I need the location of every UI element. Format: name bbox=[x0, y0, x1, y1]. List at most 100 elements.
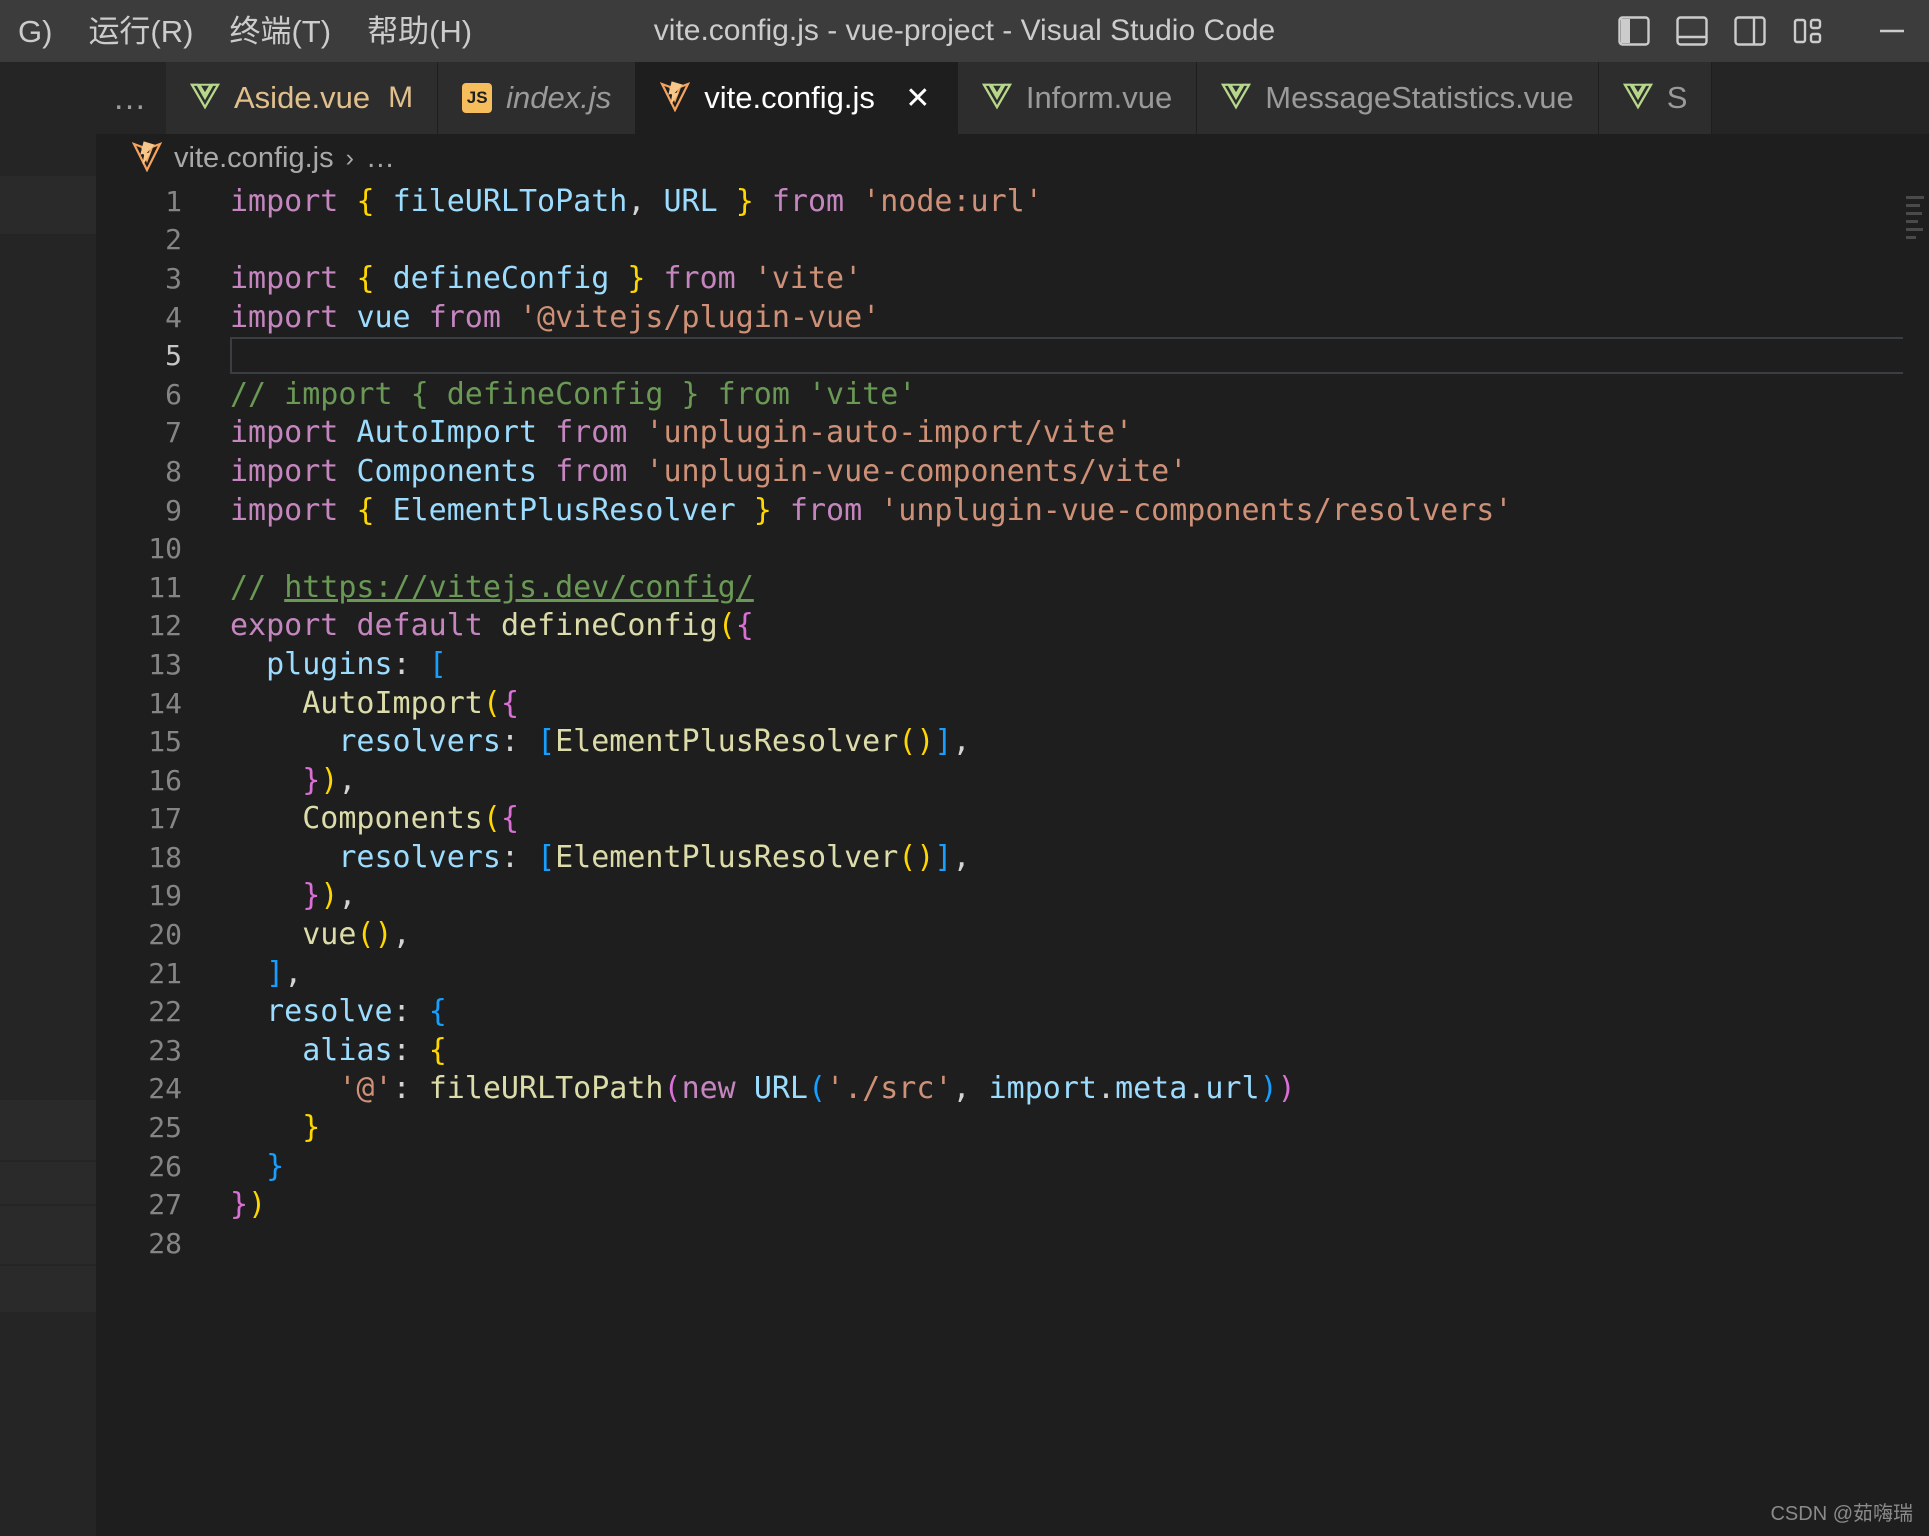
code-line[interactable]: 6 // import { defineConfig } from 'vite' bbox=[96, 375, 1929, 414]
code-line[interactable]: 18 resolvers: [ElementPlusResolver()], bbox=[96, 838, 1929, 877]
tab-index-js[interactable]: JS index.js bbox=[438, 62, 637, 134]
tab-vite-config-js[interactable]: vite.config.js ✕ bbox=[636, 62, 958, 134]
breadcrumb[interactable]: vite.config.js › … bbox=[96, 134, 1929, 182]
line-number: 13 bbox=[148, 647, 182, 681]
line-content[interactable]: Components({ bbox=[206, 801, 519, 836]
code-line[interactable]: 16 }), bbox=[96, 761, 1929, 800]
code-line[interactable]: 25 } bbox=[96, 1108, 1929, 1147]
code-line[interactable]: 21 ], bbox=[96, 954, 1929, 993]
line-content[interactable]: import AutoImport from 'unplugin-auto-im… bbox=[206, 415, 1133, 450]
code-line[interactable]: 7 import AutoImport from 'unplugin-auto-… bbox=[96, 414, 1929, 453]
line-content[interactable]: export default defineConfig({ bbox=[206, 608, 754, 643]
menu-item-help[interactable]: 帮助(H) bbox=[349, 16, 490, 47]
line-content[interactable] bbox=[206, 1226, 248, 1261]
line-content[interactable]: }) bbox=[206, 1187, 266, 1222]
line-content[interactable]: import { fileURLToPath, URL } from 'node… bbox=[206, 184, 1043, 219]
code-line[interactable]: 9 import { ElementPlusResolver } from 'u… bbox=[96, 491, 1929, 530]
code-line[interactable]: 22 resolve: { bbox=[96, 992, 1929, 1031]
line-content[interactable]: // https://vitejs.dev/config/ bbox=[206, 570, 754, 605]
sidebar-row-d[interactable] bbox=[0, 1206, 96, 1264]
code-line[interactable]: 12 export default defineConfig({ bbox=[96, 607, 1929, 646]
line-content[interactable]: import Components from 'unplugin-vue-com… bbox=[206, 454, 1187, 489]
line-content[interactable]: }), bbox=[206, 763, 356, 798]
sidebar-row-e[interactable] bbox=[0, 1266, 96, 1312]
line-number: 5 bbox=[165, 339, 182, 373]
tab-messagestatistics-vue[interactable]: MessageStatistics.vue bbox=[1197, 62, 1599, 134]
line-content[interactable]: resolve: { bbox=[206, 994, 447, 1029]
line-content[interactable]: resolvers: [ElementPlusResolver()], bbox=[206, 724, 970, 759]
minimize-window-icon[interactable] bbox=[1863, 2, 1921, 60]
code-line[interactable]: 19 }), bbox=[96, 877, 1929, 916]
line-content[interactable]: // import { defineConfig } from 'vite' bbox=[206, 377, 916, 412]
code-line[interactable]: 27 }) bbox=[96, 1185, 1929, 1224]
line-content[interactable]: '@': fileURLToPath(new URL('./src', impo… bbox=[206, 1071, 1295, 1106]
code-line[interactable]: 8 import Components from 'unplugin-vue-c… bbox=[96, 452, 1929, 491]
toggle-primary-sidebar-icon[interactable] bbox=[1605, 2, 1663, 60]
code-line[interactable]: 14 AutoImport({ bbox=[96, 684, 1929, 723]
code-line[interactable]: 1 import { fileURLToPath, URL } from 'no… bbox=[96, 182, 1929, 221]
tab-clipped[interactable]: S bbox=[1598, 62, 1713, 134]
tab-overflow-button[interactable]: … bbox=[96, 62, 166, 134]
code-line[interactable]: 15 resolvers: [ElementPlusResolver()], bbox=[96, 722, 1929, 761]
line-content[interactable]: vue(), bbox=[206, 917, 410, 952]
code-line[interactable]: 28 bbox=[96, 1224, 1929, 1263]
line-content[interactable]: } bbox=[206, 1110, 320, 1145]
line-content[interactable]: resolvers: [ElementPlusResolver()], bbox=[206, 840, 970, 875]
titlebar-actions bbox=[1605, 0, 1929, 62]
code-line[interactable]: 4 import vue from '@vitejs/plugin-vue' bbox=[96, 298, 1929, 337]
code-lines[interactable]: 1 import { fileURLToPath, URL } from 'no… bbox=[96, 182, 1929, 1263]
line-content[interactable] bbox=[206, 531, 248, 566]
toggle-panel-icon[interactable] bbox=[1663, 2, 1721, 60]
code-line[interactable]: 17 Components({ bbox=[96, 800, 1929, 839]
vue-icon bbox=[1221, 81, 1252, 116]
tab-label: vite.config.js bbox=[704, 80, 875, 115]
line-number: 23 bbox=[148, 1033, 182, 1067]
code-editor[interactable]: 1 import { fileURLToPath, URL } from 'no… bbox=[96, 182, 1929, 1536]
code-line[interactable]: 2 bbox=[96, 221, 1929, 260]
breadcrumb-file[interactable]: vite.config.js bbox=[174, 142, 334, 175]
menu-item-debug[interactable]: G) bbox=[0, 16, 70, 47]
line-content[interactable]: AutoImport({ bbox=[206, 686, 519, 721]
code-line[interactable]: 13 plugins: [ bbox=[96, 645, 1929, 684]
breadcrumb-more[interactable]: … bbox=[366, 142, 395, 175]
line-content[interactable]: import vue from '@vitejs/plugin-vue' bbox=[206, 300, 880, 335]
tab-label: MessageStatistics.vue bbox=[1265, 80, 1574, 115]
line-content[interactable] bbox=[206, 338, 248, 373]
line-number: 24 bbox=[148, 1072, 182, 1106]
code-line-current[interactable]: 5 bbox=[96, 336, 1929, 375]
line-content[interactable]: import { defineConfig } from 'vite' bbox=[206, 261, 862, 296]
sidebar-row-selected[interactable] bbox=[0, 1162, 96, 1204]
vite-icon bbox=[660, 80, 691, 117]
code-line[interactable]: 23 alias: { bbox=[96, 1031, 1929, 1070]
line-number: 7 bbox=[165, 416, 182, 450]
menu-item-run[interactable]: 运行(R) bbox=[70, 16, 211, 47]
menu-item-terminal[interactable]: 终端(T) bbox=[211, 16, 349, 47]
tab-inform-vue[interactable]: Inform.vue bbox=[957, 62, 1198, 134]
customize-layout-icon[interactable] bbox=[1779, 2, 1837, 60]
code-line[interactable]: 11 // https://vitejs.dev/config/ bbox=[96, 568, 1929, 607]
line-content[interactable] bbox=[206, 222, 248, 257]
line-number: 6 bbox=[165, 377, 182, 411]
line-content[interactable]: } bbox=[206, 1149, 284, 1184]
code-line[interactable]: 3 import { defineConfig } from 'vite' bbox=[96, 259, 1929, 298]
line-content[interactable]: import { ElementPlusResolver } from 'unp… bbox=[206, 493, 1512, 528]
line-content[interactable]: plugins: [ bbox=[206, 647, 447, 682]
tab-aside-vue[interactable]: Aside.vue M bbox=[166, 62, 439, 134]
toggle-secondary-sidebar-icon[interactable] bbox=[1721, 2, 1779, 60]
code-line[interactable]: 24 '@': fileURLToPath(new URL('./src', i… bbox=[96, 1070, 1929, 1109]
line-content[interactable]: alias: { bbox=[206, 1033, 447, 1068]
tab-modified-badge: M bbox=[388, 81, 414, 114]
close-icon[interactable]: ✕ bbox=[903, 81, 933, 116]
url-link[interactable]: https://vitejs.dev/config/ bbox=[284, 570, 754, 605]
code-line[interactable]: 10 bbox=[96, 529, 1929, 568]
line-number: 22 bbox=[148, 995, 182, 1029]
activity-bar[interactable] bbox=[0, 62, 96, 1536]
line-content[interactable]: }), bbox=[206, 878, 356, 913]
sidebar-row-a[interactable] bbox=[0, 176, 96, 234]
sidebar-row-b[interactable] bbox=[0, 1100, 96, 1160]
line-number: 15 bbox=[148, 725, 182, 759]
code-line[interactable]: 26 } bbox=[96, 1147, 1929, 1186]
code-line[interactable]: 20 vue(), bbox=[96, 915, 1929, 954]
minimap[interactable] bbox=[1903, 182, 1929, 1536]
line-content[interactable]: ], bbox=[206, 956, 302, 991]
